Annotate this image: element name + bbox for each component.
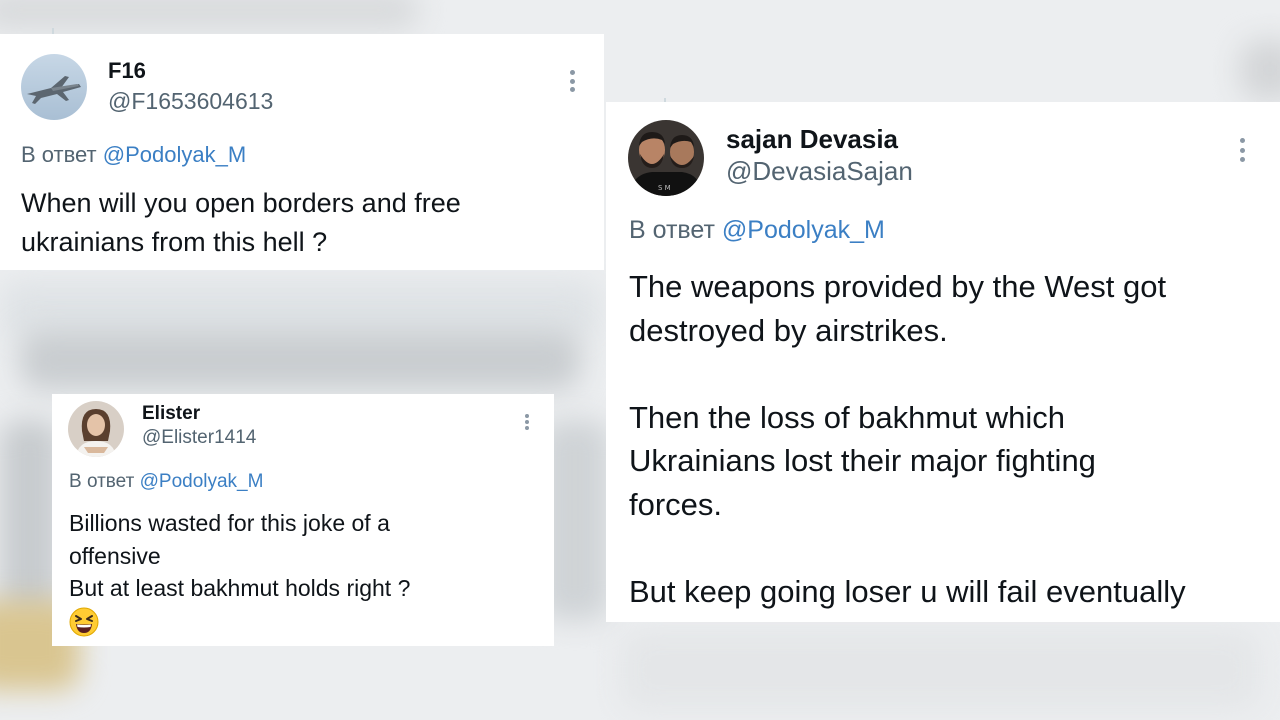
avatar[interactable] [21, 54, 87, 120]
user-handle[interactable]: @Elister1414 [142, 427, 256, 449]
reply-mention-link[interactable]: @Podolyak_M [103, 142, 246, 167]
tweet-text: When will you open borders and free ukra… [21, 188, 461, 257]
svg-text:S M: S M [658, 184, 671, 192]
display-name[interactable]: Elister [142, 403, 200, 425]
avatar[interactable] [68, 401, 124, 457]
two-men-selfie-icon: S M [628, 120, 704, 196]
reply-context: В ответ @Podolyak_M [629, 216, 885, 245]
fighter-jet-icon [21, 54, 87, 120]
display-name[interactable]: F16 [108, 58, 146, 84]
reply-prefix: В ответ [69, 471, 135, 492]
reply-context: В ответ @Podolyak_M [69, 471, 263, 493]
reply-mention-link[interactable]: @Podolyak_M [140, 471, 264, 492]
tweet-card[interactable]: S M sajan Devasia @DevasiaSajan В ответ … [606, 102, 1280, 622]
user-handle[interactable]: @F1653604613 [108, 88, 273, 115]
more-options-icon[interactable] [1238, 138, 1246, 162]
reply-prefix: В ответ [21, 142, 97, 167]
reply-prefix: В ответ [629, 216, 715, 244]
avatar[interactable]: S M [628, 120, 704, 196]
reply-mention-link[interactable]: @Podolyak_M [722, 216, 885, 244]
more-options-icon[interactable] [524, 414, 530, 430]
tweet-text: The weapons provided by the West got des… [629, 269, 1186, 610]
reply-context: В ответ @Podolyak_M [21, 142, 246, 168]
tweet-text: Billions wasted for this joke of a offen… [69, 510, 411, 601]
display-name[interactable]: sajan Devasia [726, 124, 898, 155]
more-options-icon[interactable] [568, 70, 576, 92]
woman-portrait-icon [68, 401, 124, 457]
tweet-card[interactable]: Elister @Elister1414 В ответ @Podolyak_M… [52, 394, 554, 646]
user-handle[interactable]: @DevasiaSajan [726, 156, 913, 187]
grinning-squinting-face-emoji-icon [69, 607, 99, 637]
tweet-card[interactable]: F16 @F1653604613 В ответ @Podolyak_M Whe… [0, 34, 604, 270]
